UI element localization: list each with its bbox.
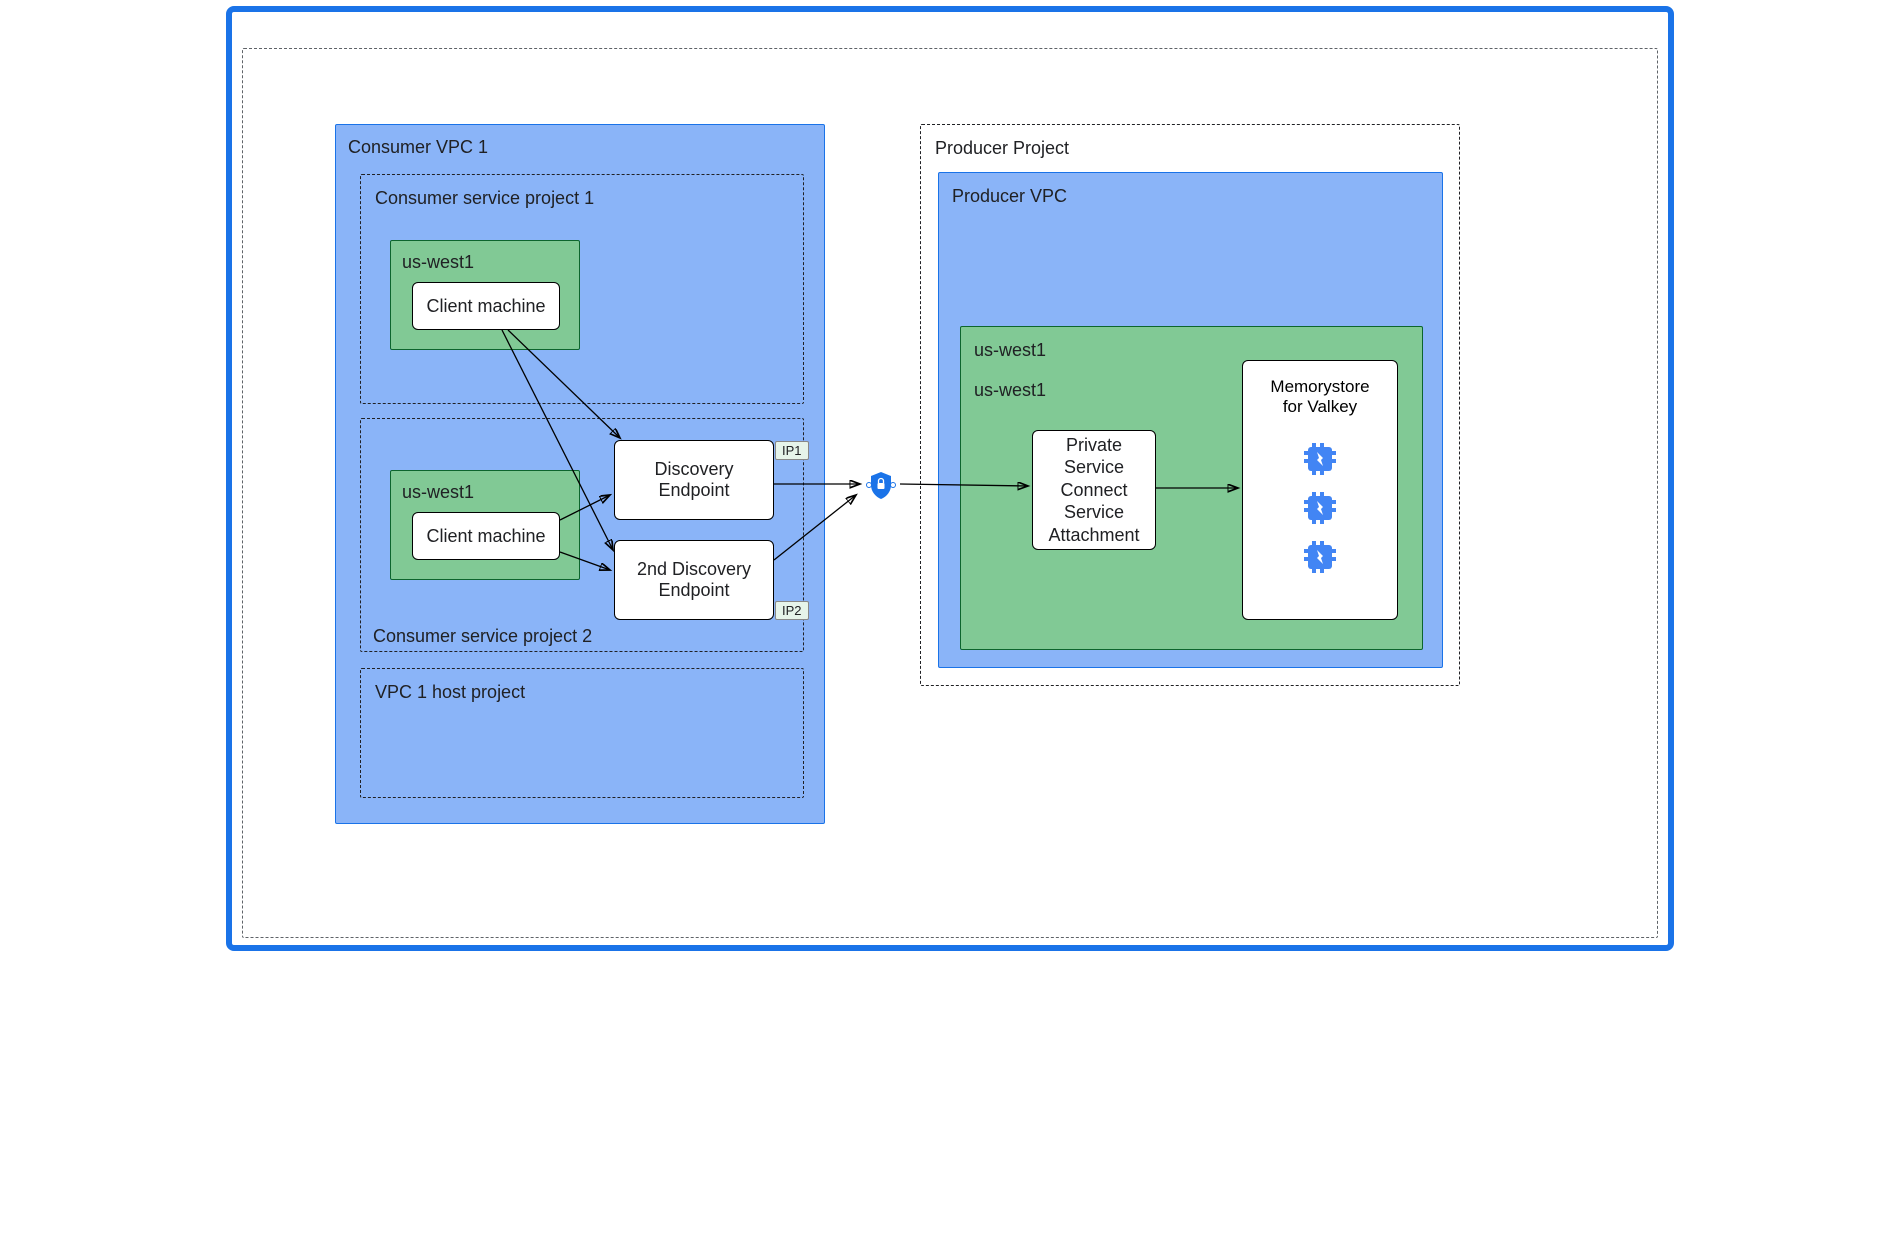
ms-icons [1243, 437, 1397, 584]
proj2-client: Client machine [412, 512, 560, 560]
disc2-label: 2nd Discovery Endpoint [637, 559, 751, 601]
consumer-vpc-title: Consumer VPC 1 [348, 137, 488, 158]
vpc1-host-title: VPC 1 host project [375, 682, 525, 703]
chip-icon [1298, 535, 1342, 579]
ip1-tag: IP1 [775, 441, 809, 460]
discovery-endpoint-2: 2nd Discovery Endpoint [614, 540, 774, 620]
diagram-canvas: Google Cloud Consumer VPC 1 Consumer ser… [220, 0, 1680, 957]
chip-icon [1298, 437, 1342, 481]
consumer-proj2-title: Consumer service project 2 [373, 626, 592, 647]
brand-cloud: Cloud [330, 14, 387, 39]
memorystore-box: Memorystore for Valkey [1242, 360, 1398, 620]
ms-line1: Memorystore [1243, 377, 1397, 397]
brand-label: Google Cloud [248, 14, 387, 40]
discovery-endpoint-1: Discovery Endpoint [614, 440, 774, 520]
producer-region-inner: us-west1 [974, 380, 1046, 401]
psc-label: Private Service Connect Service Attachme… [1048, 434, 1139, 547]
proj1-client-label: Client machine [426, 296, 545, 317]
consumer-proj1-title: Consumer service project 1 [375, 188, 594, 209]
proj2-region-label: us-west1 [402, 482, 474, 503]
proj1-client: Client machine [412, 282, 560, 330]
psc-box: Private Service Connect Service Attachme… [1032, 430, 1156, 550]
proj2-client-label: Client machine [426, 526, 545, 547]
ip2-tag: IP2 [775, 601, 809, 620]
ms-line2: for Valkey [1243, 397, 1397, 417]
producer-project-title: Producer Project [935, 138, 1069, 159]
brand-google: Google [248, 14, 324, 39]
lock-shield-icon [864, 468, 898, 502]
producer-region-outer: us-west1 [974, 340, 1046, 361]
disc1-label: Discovery Endpoint [654, 459, 733, 501]
producer-vpc-title: Producer VPC [952, 186, 1067, 207]
chip-icon [1298, 486, 1342, 530]
proj1-region-label: us-west1 [402, 252, 474, 273]
